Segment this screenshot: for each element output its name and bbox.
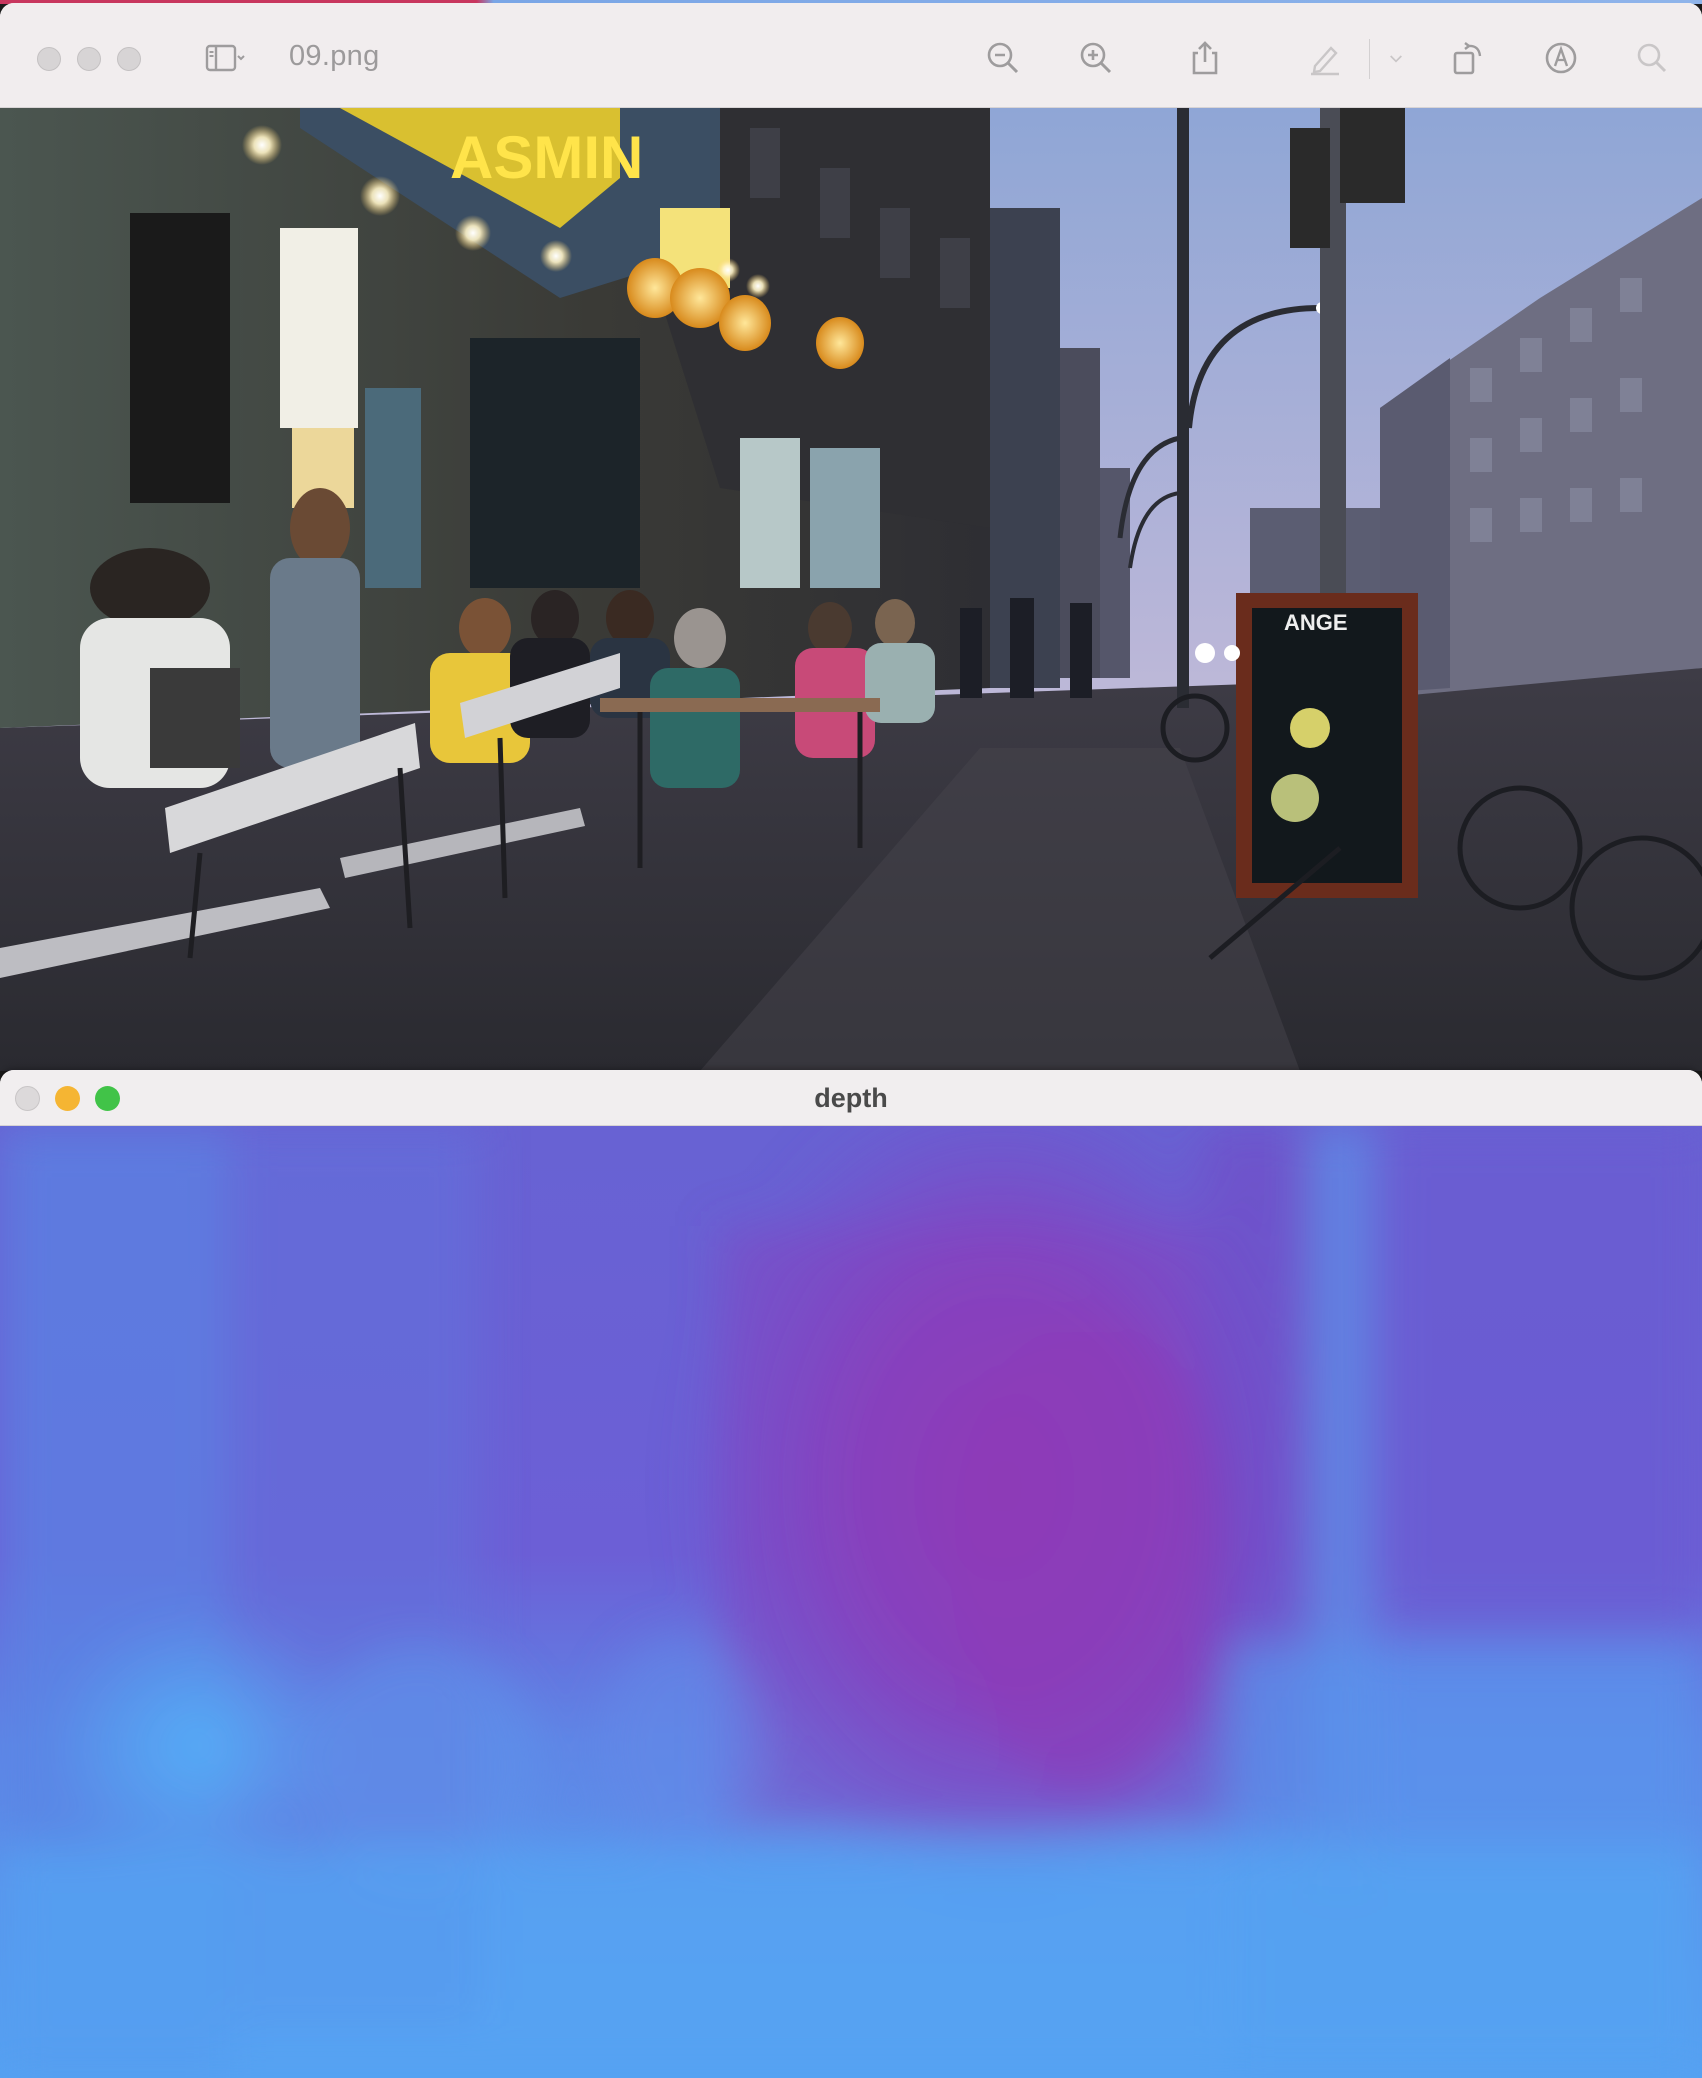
document-title: 09.png bbox=[289, 40, 380, 72]
chevron-down-icon bbox=[1390, 55, 1402, 63]
board-sign-text: ANGE bbox=[1284, 610, 1348, 635]
share-icon bbox=[1192, 41, 1218, 75]
sidebar-toggle-button[interactable] bbox=[192, 36, 258, 80]
markup-icon bbox=[1545, 42, 1577, 74]
depth-window: depth bbox=[0, 1070, 1702, 2078]
rotate-button[interactable] bbox=[1446, 36, 1490, 80]
desktop: 09.png ASMIN ANGE depth bbox=[0, 0, 1702, 2078]
minimize-button[interactable] bbox=[77, 47, 101, 71]
highlight-menu-button[interactable] bbox=[1375, 36, 1417, 80]
shop-sign-text: ASMIN bbox=[450, 124, 643, 191]
depth-titlebar: depth bbox=[0, 1070, 1702, 1126]
street-photo: ASMIN ANGE bbox=[0, 108, 1702, 1071]
street-scene-image: ASMIN ANGE bbox=[0, 108, 1702, 1071]
zoom-button[interactable] bbox=[117, 47, 141, 71]
window-title: depth bbox=[814, 1083, 888, 1113]
depth-map bbox=[0, 1126, 1702, 2078]
search-button[interactable] bbox=[1630, 36, 1674, 80]
share-button[interactable] bbox=[1183, 36, 1227, 80]
highlight-button[interactable] bbox=[1303, 36, 1347, 80]
zoom-in-button[interactable] bbox=[1074, 36, 1118, 80]
depth-map-image bbox=[0, 1126, 1702, 2078]
preview-toolbar: 09.png bbox=[0, 3, 1702, 108]
pen-icon bbox=[1311, 46, 1339, 76]
close-button[interactable] bbox=[37, 47, 61, 71]
toolbar-divider bbox=[1369, 39, 1370, 79]
zoom-out-button[interactable] bbox=[981, 36, 1025, 80]
zoom-in-icon bbox=[1080, 42, 1112, 74]
sidebar-icon bbox=[205, 44, 245, 72]
preview-window: 09.png ASMIN ANGE bbox=[0, 3, 1702, 1071]
search-icon bbox=[1637, 43, 1667, 73]
markup-button[interactable] bbox=[1539, 36, 1583, 80]
zoom-out-icon bbox=[987, 42, 1019, 74]
rotate-icon bbox=[1453, 42, 1482, 75]
